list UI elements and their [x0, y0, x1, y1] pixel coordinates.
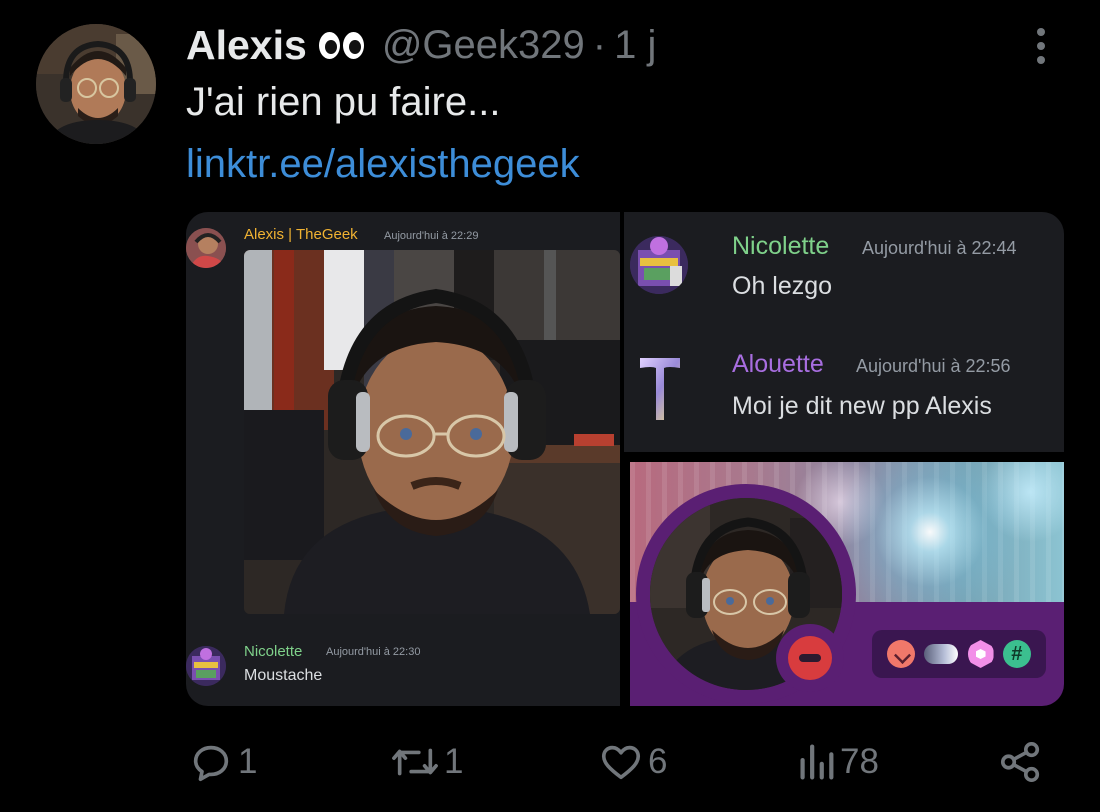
- tweet-text: J'ai rien pu faire...: [186, 80, 501, 124]
- message-timestamp: Aujourd'hui à 22:29: [384, 230, 479, 242]
- views-button[interactable]: 78: [796, 730, 879, 794]
- webcam-photo: [244, 250, 620, 614]
- nitro-icon: [924, 644, 959, 664]
- tweet-timestamp[interactable]: 1 j: [614, 23, 656, 68]
- reply-count: 1: [238, 742, 258, 781]
- like-button[interactable]: 6: [598, 730, 667, 794]
- reply-button[interactable]: 1: [188, 730, 257, 794]
- media-image-right-bottom[interactable]: #: [630, 462, 1064, 706]
- tweet-link[interactable]: linktr.ee/alexisthegeek: [186, 142, 580, 187]
- like-count: 6: [648, 742, 668, 781]
- media-image-left[interactable]: Alexis | TheGeek Aujourd'hui à 22:29 Nic…: [186, 212, 620, 706]
- message-author: Alouette: [732, 350, 824, 378]
- message-text: Oh lezgo: [732, 272, 833, 300]
- discord-avatar-alouette: [638, 356, 682, 422]
- share-button[interactable]: [998, 730, 1044, 794]
- more-options-icon[interactable]: [1026, 24, 1056, 68]
- author-name[interactable]: Alexis: [186, 22, 307, 69]
- author-handle[interactable]: @Geek329: [382, 23, 585, 68]
- eyes-emoji-icon: [318, 31, 364, 59]
- share-icon: [1000, 741, 1040, 783]
- author-avatar-image: [36, 24, 156, 144]
- tweet-media-grid[interactable]: Alexis | TheGeek Aujourd'hui à 22:29 Nic…: [186, 212, 1064, 706]
- profile-badges: #: [872, 630, 1046, 678]
- discord-avatar-nicolette: [630, 236, 688, 294]
- message-text: Moustache: [244, 667, 323, 684]
- heart-icon: [601, 745, 641, 780]
- hypesquad-icon: [887, 640, 916, 668]
- message-text: Moi je dit new pp Alexis: [732, 392, 992, 420]
- retweet-icon: [392, 748, 438, 776]
- header-separator: ·: [592, 22, 607, 67]
- message-timestamp: Aujourd'hui à 22:44: [862, 238, 1017, 258]
- message-author: Nicolette: [732, 232, 830, 260]
- message-author: Nicolette: [244, 643, 303, 660]
- reply-icon: [193, 745, 229, 782]
- discord-avatar-alexis: [186, 228, 226, 268]
- dnd-status-icon: [788, 636, 832, 680]
- retweet-button[interactable]: 1: [390, 730, 463, 794]
- message-timestamp: Aujourd'hui à 22:30: [326, 646, 421, 658]
- retweet-count: 1: [444, 742, 464, 781]
- discord-avatar-nicolette: [186, 646, 226, 686]
- tweet-header: Alexis @Geek329 · 1 j: [186, 20, 656, 70]
- boost-icon: [967, 640, 994, 668]
- views-icon: [800, 744, 834, 780]
- views-count: 78: [840, 742, 879, 781]
- author-avatar[interactable]: [36, 24, 156, 144]
- hashtag-icon: #: [1002, 640, 1031, 668]
- message-author: Alexis | TheGeek: [244, 226, 358, 243]
- message-timestamp: Aujourd'hui à 22:56: [856, 356, 1011, 376]
- media-image-right-top[interactable]: Nicolette Aujourd'hui à 22:44 Oh lezgo A…: [624, 212, 1064, 452]
- tweet-action-bar: 1 1 6 78: [0, 730, 1100, 794]
